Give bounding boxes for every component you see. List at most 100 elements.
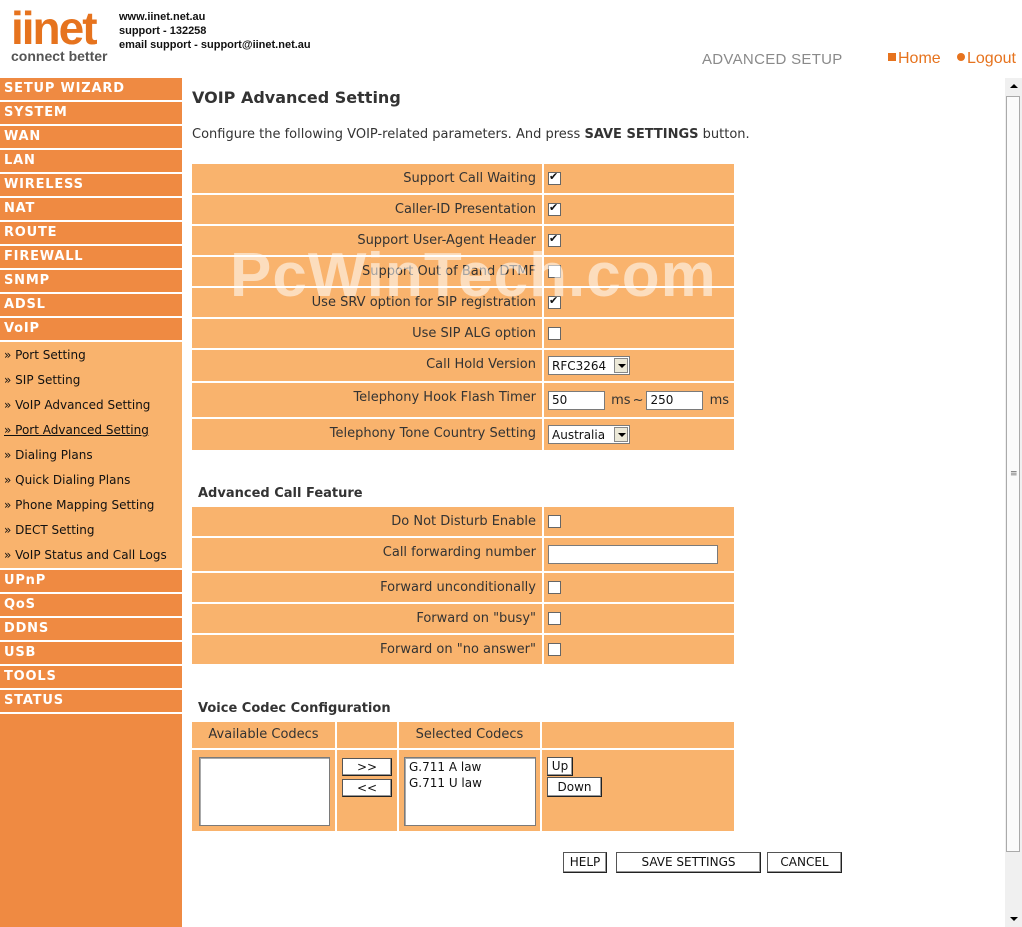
- hook-flash-min-input[interactable]: 50: [548, 390, 605, 410]
- value-call-waiting: [544, 164, 734, 195]
- menu-ddns[interactable]: DDNS: [0, 618, 182, 642]
- forward-uncond-checkbox[interactable]: [548, 581, 561, 594]
- label-caller-id: Caller-ID Presentation: [192, 195, 544, 226]
- remove-codec-button[interactable]: <<: [342, 779, 392, 797]
- page-title: VOIP Advanced Setting: [192, 88, 401, 107]
- home-link[interactable]: Home: [888, 50, 941, 68]
- tone-country-select[interactable]: Australia: [548, 425, 630, 444]
- row-call-waiting: Support Call Waiting: [192, 164, 734, 195]
- label-forward-noanswer: Forward on "no answer": [192, 635, 544, 666]
- value-call-hold: RFC3264: [544, 350, 734, 383]
- dropdown-arrow-icon: [614, 358, 628, 373]
- sip-alg-checkbox[interactable]: [548, 327, 561, 340]
- menu-qos[interactable]: QoS: [0, 594, 182, 618]
- forward-number-input[interactable]: [548, 545, 718, 564]
- row-forward-noanswer: Forward on "no answer": [192, 635, 734, 666]
- menu-wan[interactable]: WAN: [0, 126, 182, 150]
- value-dtmf: [544, 257, 734, 288]
- row-forward-uncond: Forward unconditionally: [192, 573, 734, 604]
- logo-wordmark: iinet: [11, 5, 107, 51]
- row-user-agent: Support User-Agent Header: [192, 226, 734, 257]
- menu-nat[interactable]: NAT: [0, 198, 182, 222]
- menu-system[interactable]: SYSTEM: [0, 102, 182, 126]
- vertical-scrollbar[interactable]: ≡: [1005, 78, 1022, 927]
- call-feature-title: Advanced Call Feature: [198, 486, 363, 501]
- contact-phone: support - 132258: [119, 25, 207, 37]
- menu-wireless[interactable]: WIRELESS: [0, 174, 182, 198]
- contact-info: www.iinet.net.au support - 132258 email …: [119, 10, 311, 52]
- help-button[interactable]: HELP: [563, 852, 607, 873]
- submenu-quick-dialing-plans[interactable]: » Quick Dialing Plans: [0, 468, 182, 493]
- menu-voip[interactable]: VoIP: [0, 318, 182, 342]
- menu-tools[interactable]: TOOLS: [0, 666, 182, 690]
- codec-header-spacer-2: [542, 722, 734, 748]
- selected-codecs-header: Selected Codecs: [399, 722, 540, 748]
- dnd-checkbox[interactable]: [548, 515, 561, 528]
- submenu-phone-mapping-setting[interactable]: » Phone Mapping Setting: [0, 493, 182, 518]
- submenu-port-setting[interactable]: » Port Setting: [0, 343, 182, 368]
- menu-lan[interactable]: LAN: [0, 150, 182, 174]
- row-caller-id: Caller-ID Presentation: [192, 195, 734, 226]
- selected-codec-item[interactable]: G.711 U law: [409, 775, 531, 791]
- move-up-button[interactable]: Up: [547, 757, 573, 776]
- iinet-logo[interactable]: iinet connect better: [11, 5, 108, 64]
- available-codecs-list[interactable]: [199, 757, 330, 826]
- caller-id-checkbox[interactable]: [548, 201, 561, 216]
- scrollbar-thumb[interactable]: ≡: [1006, 96, 1020, 852]
- forward-noanswer-checkbox[interactable]: [548, 643, 561, 656]
- dtmf-checkbox[interactable]: [548, 265, 561, 278]
- intro-suffix: button.: [698, 127, 750, 142]
- menu-route[interactable]: ROUTE: [0, 222, 182, 246]
- row-forward-busy: Forward on "busy": [192, 604, 734, 635]
- scroll-down-arrow-icon[interactable]: [1005, 910, 1022, 927]
- contact-email: email support - support@iinet.net.au: [119, 39, 311, 51]
- submenu-voip-status-call-logs[interactable]: » VoIP Status and Call Logs: [0, 543, 182, 568]
- value-tone-country: Australia: [544, 419, 734, 452]
- row-srv: Use SRV option for SIP registration: [192, 288, 734, 319]
- voip-submenu: » Port Setting » SIP Setting » VoIP Adva…: [0, 342, 182, 570]
- forward-busy-checkbox[interactable]: [548, 612, 561, 625]
- header: iinet connect better www.iinet.net.au su…: [0, 0, 1022, 78]
- menu-setup-wizard[interactable]: SETUP WIZARD: [0, 78, 182, 102]
- row-dnd: Do Not Disturb Enable: [192, 507, 734, 538]
- menu-adsl[interactable]: ADSL: [0, 294, 182, 318]
- value-forward-uncond: [544, 573, 734, 604]
- menu-status[interactable]: STATUS: [0, 690, 182, 714]
- cancel-button[interactable]: CANCEL: [767, 852, 842, 873]
- value-hook-flash: 50 ms ~250 ms: [544, 383, 734, 419]
- submenu-dect-setting[interactable]: » DECT Setting: [0, 518, 182, 543]
- submenu-port-advanced-setting[interactable]: » Port Advanced Setting: [0, 418, 182, 443]
- logout-link[interactable]: Logout: [957, 50, 1016, 68]
- call-hold-select[interactable]: RFC3264: [548, 356, 630, 375]
- row-sip-alg: Use SIP ALG option: [192, 319, 734, 350]
- selected-codecs-list[interactable]: G.711 A law G.711 U law: [404, 757, 536, 826]
- available-codecs-header: Available Codecs: [192, 722, 335, 748]
- submenu-voip-advanced-setting[interactable]: » VoIP Advanced Setting: [0, 393, 182, 418]
- row-forward-number: Call forwarding number: [192, 538, 734, 573]
- value-forward-noanswer: [544, 635, 734, 666]
- label-hook-flash: Telephony Hook Flash Timer: [192, 383, 544, 419]
- label-forward-busy: Forward on "busy": [192, 604, 544, 635]
- label-call-waiting: Support Call Waiting: [192, 164, 544, 195]
- value-caller-id: [544, 195, 734, 226]
- selected-codec-item[interactable]: G.711 A law: [409, 759, 531, 775]
- move-down-button[interactable]: Down: [547, 777, 602, 797]
- user-agent-checkbox[interactable]: [548, 232, 561, 247]
- dot-bullet-icon: [957, 53, 965, 61]
- submenu-dialing-plans[interactable]: » Dialing Plans: [0, 443, 182, 468]
- row-tone-country: Telephony Tone Country Setting Australia: [192, 419, 734, 452]
- hook-flash-max-input[interactable]: 250: [646, 390, 704, 410]
- call-waiting-checkbox[interactable]: [548, 170, 561, 185]
- save-settings-button[interactable]: SAVE SETTINGS: [616, 852, 761, 873]
- label-dtmf: Support Out of Band DTMF: [192, 257, 544, 288]
- scroll-up-arrow-icon[interactable]: [1005, 78, 1022, 95]
- srv-checkbox[interactable]: [548, 294, 561, 309]
- contact-website: www.iinet.net.au: [119, 11, 206, 23]
- menu-upnp[interactable]: UPnP: [0, 570, 182, 594]
- add-codec-button[interactable]: >>: [342, 758, 392, 776]
- submenu-sip-setting[interactable]: » SIP Setting: [0, 368, 182, 393]
- menu-usb[interactable]: USB: [0, 642, 182, 666]
- menu-snmp[interactable]: SNMP: [0, 270, 182, 294]
- menu-firewall[interactable]: FIREWALL: [0, 246, 182, 270]
- logo-tagline: connect better: [11, 48, 108, 64]
